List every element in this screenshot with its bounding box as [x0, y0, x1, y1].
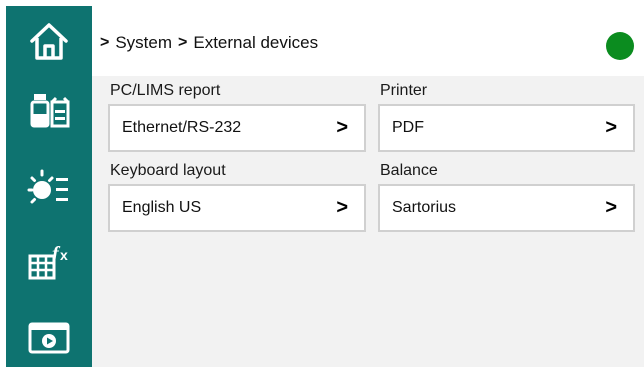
chevron-right-icon: > [336, 196, 348, 219]
printer-button[interactable]: PDF > [378, 104, 635, 152]
timer-list-icon [27, 169, 68, 204]
balance-button[interactable]: Sartorius > [378, 184, 635, 232]
header: > System > External devices [92, 6, 644, 76]
sidebar-item-samples[interactable] [6, 82, 92, 138]
keyboard-layout-label: Keyboard layout [110, 162, 226, 179]
sidebar-item-methods[interactable] [6, 160, 92, 216]
chevron-right-icon: > [605, 116, 617, 139]
status-indicator [606, 32, 634, 60]
video-window-icon [28, 322, 70, 354]
keyboard-layout-value: English US [122, 199, 202, 216]
breadcrumb-separator-icon: > [100, 34, 110, 51]
formula-table-icon: f x [28, 243, 68, 280]
pc-lims-report-value: Ethernet/RS-232 [122, 119, 242, 136]
balance-value: Sartorius [392, 199, 457, 216]
sidebar-item-media[interactable] [6, 310, 92, 366]
pc-lims-report-button[interactable]: Ethernet/RS-232 > [108, 104, 366, 152]
sidebar-item-formulas[interactable]: f x [6, 234, 92, 290]
printer-label: Printer [380, 82, 428, 99]
balance-label: Balance [380, 162, 438, 179]
chevron-right-icon: > [336, 116, 348, 139]
breadcrumb: > System > External devices [100, 33, 324, 53]
breadcrumb-separator-icon: > [178, 34, 188, 51]
pc-lims-report-label: PC/LIMS report [110, 82, 221, 99]
chevron-right-icon: > [605, 196, 617, 219]
sidebar-item-home[interactable] [6, 14, 92, 70]
breadcrumb-system[interactable]: System [115, 33, 172, 53]
sidebar: f x [6, 6, 92, 367]
home-icon [30, 23, 68, 60]
keyboard-layout-button[interactable]: English US > [108, 184, 366, 232]
lab-samples-icon [30, 94, 70, 128]
svg-text:x: x [60, 247, 68, 263]
settings-panel: PC/LIMS report Ethernet/RS-232 > Printer… [92, 76, 644, 367]
breadcrumb-external-devices: External devices [193, 33, 319, 52]
printer-value: PDF [392, 119, 424, 136]
